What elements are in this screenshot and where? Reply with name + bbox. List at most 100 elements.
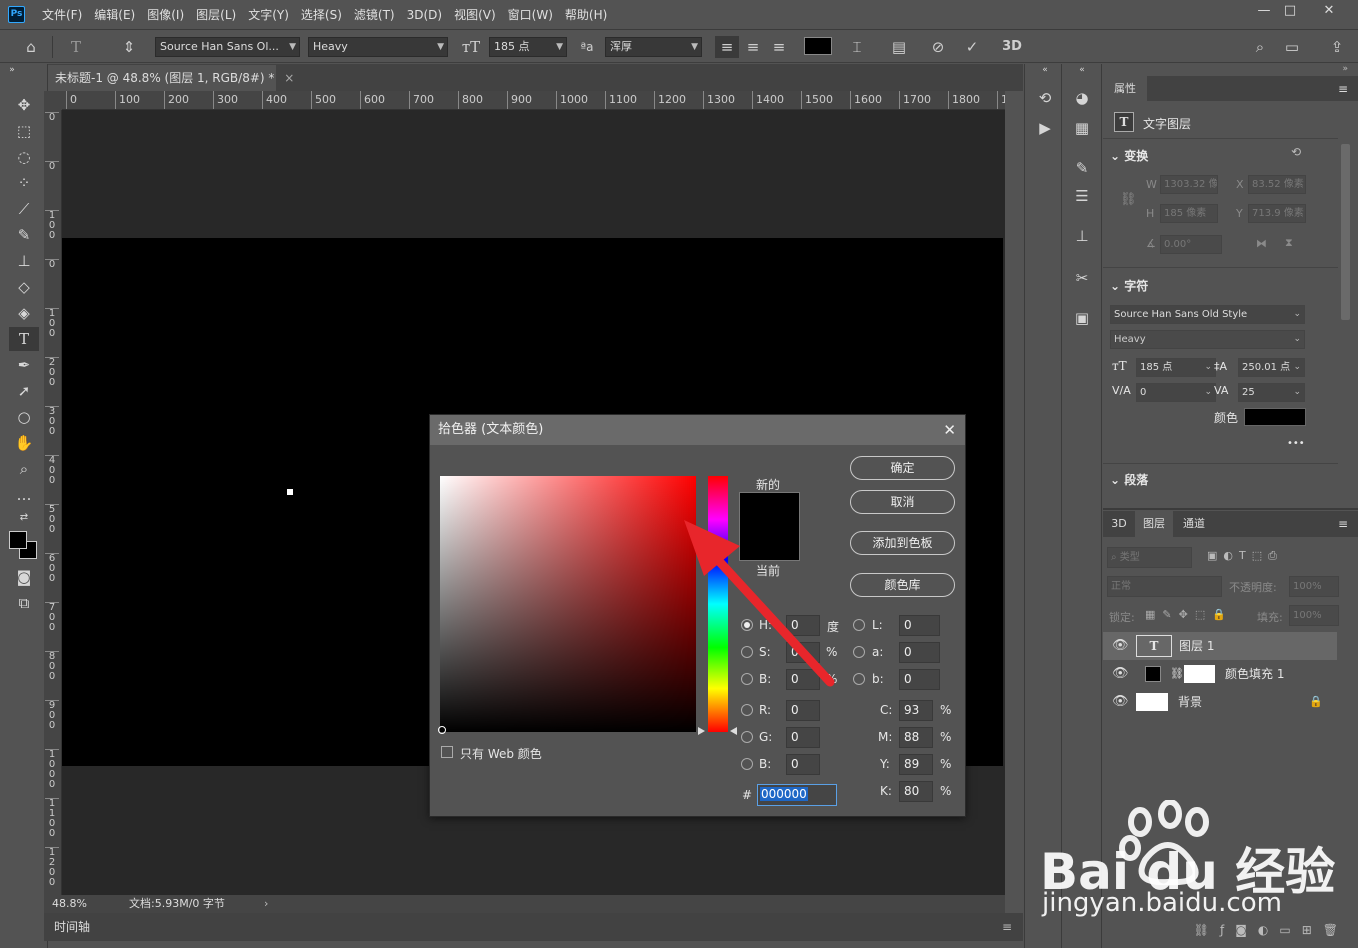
- kerning-field[interactable]: 0 ⌄: [1136, 383, 1216, 402]
- a-field[interactable]: 0: [899, 642, 940, 663]
- saturation-brightness-field[interactable]: [440, 476, 696, 732]
- clone-source-icon[interactable]: ⊥: [1070, 224, 1094, 248]
- path-select-tool-icon[interactable]: ➚: [9, 379, 39, 403]
- foreground-color-swatch[interactable]: [9, 531, 27, 549]
- flip-vertical-icon[interactable]: ⧗: [1285, 236, 1293, 250]
- r-radio[interactable]: [741, 704, 753, 716]
- rgb-b-radio[interactable]: [741, 758, 753, 770]
- char-font-family-select[interactable]: Source Han Sans Old Style ⌄: [1110, 305, 1305, 324]
- align-left-icon[interactable]: ≡: [715, 36, 739, 58]
- text-orientation-icon[interactable]: ⇕: [116, 36, 142, 58]
- l-radio[interactable]: [853, 619, 865, 631]
- antialias-select[interactable]: 浑厚 ▼: [605, 37, 702, 57]
- move-tool-icon[interactable]: ✥: [9, 93, 39, 117]
- quick-select-tool-icon[interactable]: ⁘: [9, 171, 39, 195]
- maximize-button[interactable]: □: [1273, 0, 1307, 22]
- width-field[interactable]: 1303.32 像: [1160, 175, 1218, 194]
- font-size-select[interactable]: 185 点 ▼: [489, 37, 567, 57]
- character-panel-icon[interactable]: ▤: [887, 36, 911, 58]
- quick-mask-icon[interactable]: ◙: [9, 565, 39, 589]
- workspace-icon[interactable]: ▭: [1280, 36, 1304, 58]
- menu-file[interactable]: 文件(F): [36, 0, 88, 30]
- zoom-level[interactable]: 48.8%: [52, 895, 87, 913]
- swatches-grid-icon[interactable]: ▦: [1070, 116, 1094, 140]
- layer-filter-icons[interactable]: ▣◐T⬚⎙: [1207, 549, 1283, 563]
- char-font-size-field[interactable]: 185 点 ⌄: [1136, 358, 1216, 377]
- home-icon[interactable]: ⌂: [18, 36, 44, 58]
- m-field[interactable]: 88: [899, 727, 933, 748]
- hue-slider-handle-right[interactable]: [730, 727, 737, 735]
- actions-play-icon[interactable]: ▶: [1033, 116, 1057, 140]
- history-icon[interactable]: ⟲: [1033, 86, 1057, 110]
- hue-slider[interactable]: [708, 476, 728, 732]
- close-window-button[interactable]: ✕: [1310, 0, 1348, 22]
- text-color-swatch[interactable]: [804, 37, 832, 55]
- web-only-checkbox[interactable]: [441, 746, 453, 758]
- type-tool-icon[interactable]: T: [9, 327, 39, 351]
- menu-help[interactable]: 帮助(H): [559, 0, 613, 30]
- tab-channels[interactable]: 通道: [1175, 511, 1213, 537]
- visibility-eye-icon[interactable]: 👁: [1112, 632, 1129, 660]
- layer-row-text[interactable]: 👁 T 图层 1: [1103, 632, 1337, 660]
- r-field[interactable]: 0: [786, 700, 820, 721]
- g-radio[interactable]: [741, 731, 753, 743]
- pen-tool-icon[interactable]: ✒: [9, 353, 39, 377]
- b-field[interactable]: 0: [786, 669, 820, 690]
- color-field-cursor[interactable]: [438, 726, 446, 734]
- visibility-eye-icon[interactable]: 👁: [1112, 660, 1129, 688]
- menu-window[interactable]: 窗口(W): [502, 0, 559, 30]
- brush-tool-icon[interactable]: ✎: [9, 223, 39, 247]
- character-section-toggle[interactable]: ⌄ 字符: [1110, 277, 1148, 294]
- l-field[interactable]: 0: [899, 615, 940, 636]
- brush-settings-icon[interactable]: ✎: [1070, 156, 1094, 180]
- new-current-color-preview[interactable]: [739, 492, 800, 561]
- zoom-tool-icon[interactable]: ⌕: [9, 457, 39, 481]
- adjustments-icon[interactable]: ☰: [1070, 184, 1094, 208]
- blend-mode-select[interactable]: 正常: [1107, 576, 1222, 597]
- close-dialog-icon[interactable]: ✕: [943, 415, 956, 445]
- paragraph-section-toggle[interactable]: ⌄ 段落: [1110, 471, 1148, 488]
- swap-colors-icon[interactable]: ⇄: [9, 511, 39, 525]
- share-icon[interactable]: ⇪: [1325, 36, 1349, 58]
- collapse-icon[interactable]: «: [1070, 64, 1094, 76]
- timeline-label[interactable]: 时间轴: [54, 913, 90, 941]
- stamp-tool-icon[interactable]: ⊥: [9, 249, 39, 273]
- menu-view[interactable]: 视图(V): [448, 0, 502, 30]
- ok-button[interactable]: 确定: [850, 456, 955, 480]
- text-tool-preset-icon[interactable]: T: [62, 36, 90, 58]
- transform-section-toggle[interactable]: ⌄ 变换: [1110, 147, 1148, 164]
- color-libraries-button[interactable]: 颜色库: [850, 573, 955, 597]
- hand-tool-icon[interactable]: ✋: [9, 431, 39, 455]
- align-right-icon[interactable]: ≡: [767, 36, 791, 58]
- angle-field[interactable]: 0.00°: [1160, 235, 1222, 254]
- layer-row-background[interactable]: 👁 背景 🔒: [1103, 688, 1337, 716]
- h-radio[interactable]: [741, 619, 753, 631]
- char-color-swatch[interactable]: [1244, 408, 1306, 426]
- lock-icons[interactable]: ▦✎✥⬚🔒: [1145, 608, 1233, 621]
- tab-3d[interactable]: 3D: [1103, 511, 1135, 537]
- b-radio[interactable]: [741, 673, 753, 685]
- marquee-tool-icon[interactable]: ⬚: [9, 119, 39, 143]
- add-to-swatches-button[interactable]: 添加到色板: [850, 531, 955, 555]
- x-field[interactable]: 83.52 像素: [1248, 175, 1306, 194]
- cancel-edit-icon[interactable]: ⊘: [926, 36, 950, 58]
- g-field[interactable]: 0: [786, 727, 820, 748]
- hex-field[interactable]: 000000: [757, 784, 837, 806]
- panel-menu-icon[interactable]: ≡: [1338, 82, 1348, 96]
- tab-layers[interactable]: 图层: [1135, 511, 1173, 537]
- paint-bucket-tool-icon[interactable]: ◈: [9, 301, 39, 325]
- height-field[interactable]: 185 像素: [1160, 204, 1218, 223]
- more-tools-icon[interactable]: …: [9, 483, 39, 507]
- tracking-field[interactable]: 25 ⌄: [1238, 383, 1305, 402]
- document-tab[interactable]: 未标题-1 @ 48.8% (图层 1, RGB/8#) * ×: [48, 65, 294, 91]
- collapse-icon[interactable]: »: [2, 64, 22, 76]
- more-options-icon[interactable]: •••: [1287, 438, 1305, 449]
- leading-field[interactable]: 250.01 点 ⌄: [1238, 358, 1305, 377]
- layer-filter-select[interactable]: ⌕ 类型: [1107, 547, 1192, 568]
- cancel-button[interactable]: 取消: [850, 490, 955, 514]
- panel-menu-icon[interactable]: ≡: [1338, 517, 1348, 531]
- fill-field[interactable]: 100%: [1289, 605, 1339, 626]
- rgb-b-field[interactable]: 0: [786, 754, 820, 775]
- char-font-style-select[interactable]: Heavy ⌄: [1110, 330, 1305, 349]
- glyphs-icon[interactable]: ▣: [1070, 306, 1094, 330]
